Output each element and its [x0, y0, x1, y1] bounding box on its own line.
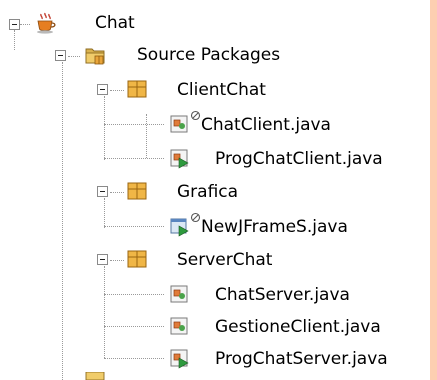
tree-connector [68, 56, 80, 57]
project-tree-panel: Chat Source Packages ClientChat ChatClie… [0, 0, 430, 380]
tree-node-serverchat-label[interactable]: ServerChat [177, 249, 272, 271]
collapse-toggle-grafica[interactable] [97, 186, 108, 197]
tree-connector [146, 114, 147, 158]
tree-node-chat-label[interactable]: Chat [95, 12, 135, 34]
tree-connector [104, 226, 164, 227]
package-icon [127, 182, 147, 200]
tree-node-clientchat-label[interactable]: ClientChat [177, 79, 266, 101]
java-main-class-icon [170, 149, 189, 169]
tree-connector [104, 266, 105, 358]
tree-connector [104, 294, 164, 295]
java-class-icon [170, 115, 188, 133]
tree-connector [62, 62, 63, 380]
tree-connector [14, 30, 15, 50]
tree-connector [104, 96, 105, 160]
tree-connector [104, 158, 164, 159]
jframe-form-icon [170, 218, 189, 237]
java-class-icon [170, 285, 188, 303]
tree-connector [110, 260, 124, 261]
tree-connector [20, 24, 30, 25]
tree-connector [104, 326, 164, 327]
tree-connector [110, 192, 124, 193]
collapse-toggle-clientchat[interactable] [97, 84, 108, 95]
tree-node-source-packages-label[interactable]: Source Packages [137, 44, 280, 66]
tree-node-chatclient-label[interactable]: ChatClient.java [201, 114, 331, 136]
tree-connector [104, 198, 105, 228]
source-packages-folder-icon [85, 48, 105, 65]
tree-node-chatserver-label[interactable]: ChatServer.java [215, 284, 350, 306]
collapse-toggle-source-packages[interactable] [55, 50, 66, 61]
java-class-icon [170, 317, 188, 335]
package-icon [127, 80, 147, 98]
tree-connector [104, 358, 164, 359]
java-main-class-icon [170, 349, 189, 369]
folder-icon [85, 372, 105, 380]
tree-connector [104, 124, 164, 125]
tree-node-progchatserver-label[interactable]: ProgChatServer.java [215, 348, 388, 370]
tree-node-gestioneclient-label[interactable]: GestioneClient.java [215, 316, 381, 338]
link-badge-icon [190, 212, 201, 223]
project-tree: Chat Source Packages ClientChat ChatClie… [0, 0, 430, 380]
collapse-toggle-chat[interactable] [9, 19, 20, 30]
link-badge-icon [190, 110, 201, 121]
tree-node-grafica-label[interactable]: Grafica [177, 181, 238, 203]
tree-connector [110, 90, 124, 91]
coffee-cup-project-icon [37, 12, 56, 34]
package-icon [127, 250, 147, 268]
collapse-toggle-serverchat[interactable] [97, 254, 108, 265]
project-tree-window: Chat Source Packages ClientChat ChatClie… [0, 0, 437, 380]
tree-node-progchatclient-label[interactable]: ProgChatClient.java [215, 148, 383, 170]
tree-node-newjframes-label[interactable]: NewJFrameS.java [201, 216, 348, 238]
